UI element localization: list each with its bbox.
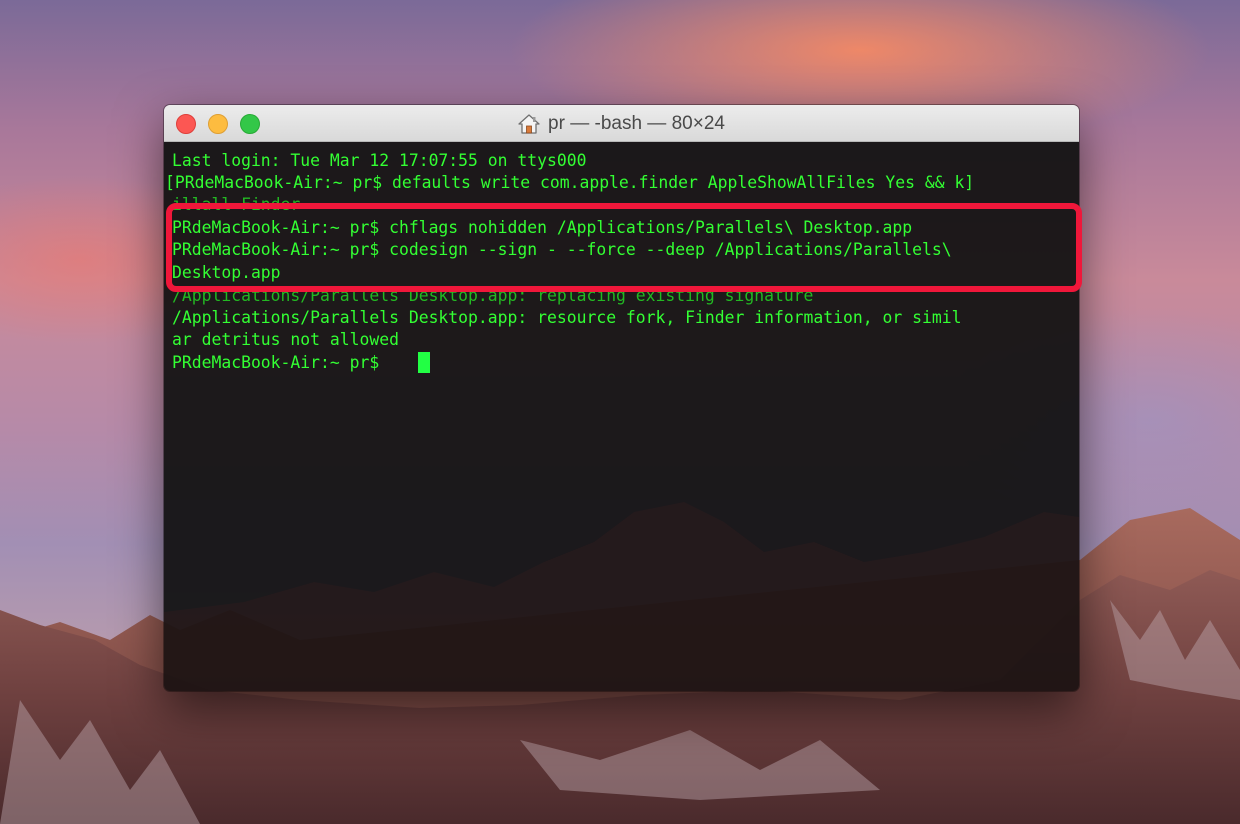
highlight-annotation-box (166, 203, 1082, 292)
title-bar[interactable]: pr — -bash — 80×24 (164, 105, 1079, 142)
terminal-line: ar detritus not allowed (172, 330, 399, 349)
terminal-line: [PRdeMacBook-Air:~ pr$ defaults write co… (165, 173, 975, 192)
home-folder-icon (518, 113, 540, 134)
window-title-group: pr — -bash — 80×24 (164, 105, 1079, 142)
text-cursor (418, 352, 430, 373)
terminal-window[interactable]: pr — -bash — 80×24 Last login: Tue Mar 1… (164, 105, 1079, 691)
window-title: pr — -bash — 80×24 (548, 112, 725, 134)
terminal-line: Last login: Tue Mar 12 17:07:55 on ttys0… (172, 151, 587, 170)
terminal-line: /Applications/Parallels Desktop.app: res… (172, 308, 962, 327)
translucent-wallpaper-shade (164, 502, 1079, 691)
terminal-prompt: PRdeMacBook-Air:~ pr$ (172, 353, 390, 372)
